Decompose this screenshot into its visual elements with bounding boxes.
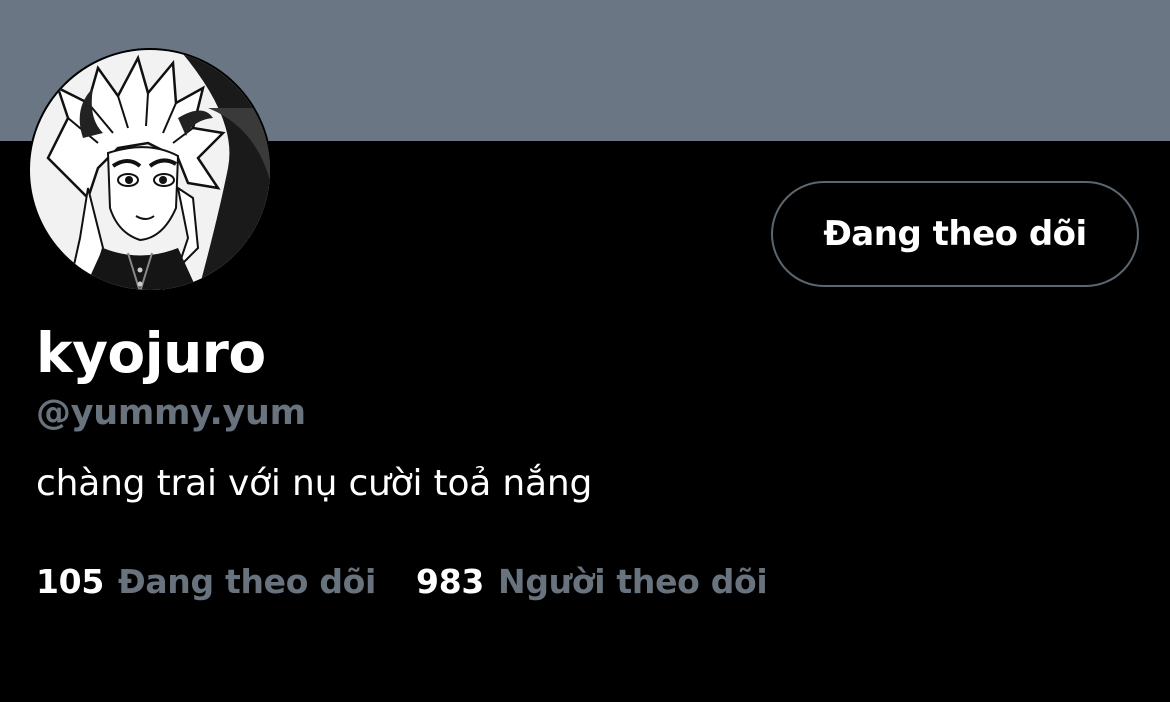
profile-handle: @yummy.yum	[36, 393, 306, 433]
followers-count: 983	[416, 561, 485, 601]
following-count: 105	[36, 561, 104, 601]
followers-stat-link[interactable]: 983 Người theo dõi	[416, 561, 768, 601]
profile-stats: 105 Đang theo dõi 983 Người theo dõi	[36, 556, 768, 606]
profile-avatar[interactable]	[28, 48, 272, 292]
followers-label: Người theo dõi	[498, 561, 768, 601]
anime-character-avatar-icon	[30, 50, 270, 290]
following-button-label: Đang theo dõi	[823, 214, 1087, 254]
profile-bio: chàng trai với nụ cười toả nắng	[36, 463, 593, 504]
following-button[interactable]: Đang theo dõi	[771, 181, 1139, 287]
profile-display-name: kyojuro	[36, 321, 266, 385]
following-stat-link[interactable]: 105 Đang theo dõi	[36, 562, 376, 601]
following-label: Đang theo dõi	[117, 561, 377, 601]
